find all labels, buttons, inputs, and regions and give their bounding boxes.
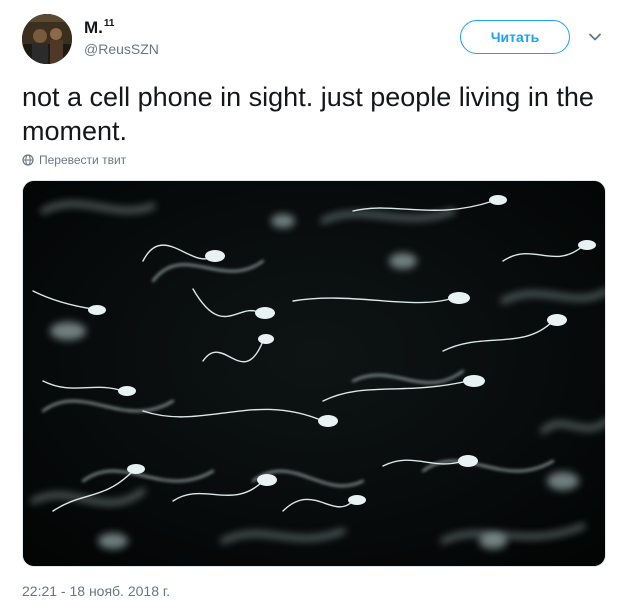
tweet-text: not a cell phone in sight. just people l…	[22, 82, 594, 146]
chevron-down-icon[interactable]	[588, 30, 602, 44]
user-handle[interactable]: @ReusSZN	[84, 41, 159, 57]
avatar-image	[22, 14, 72, 64]
globe-icon	[22, 154, 34, 166]
media-illustration	[23, 181, 605, 566]
display-name-text: M.	[84, 18, 103, 37]
follow-button[interactable]: Читать	[460, 20, 570, 54]
display-name[interactable]: M.11	[84, 18, 114, 38]
tweet-media-image[interactable]	[22, 180, 606, 567]
translate-link[interactable]: Перевести твит	[22, 153, 126, 167]
avatar[interactable]	[22, 14, 72, 64]
translate-label: Перевести твит	[39, 153, 127, 167]
display-name-suffix: 11	[103, 18, 115, 30]
tweet-timestamp[interactable]: 22:21 - 18 нояб. 2018 г.	[22, 583, 170, 599]
